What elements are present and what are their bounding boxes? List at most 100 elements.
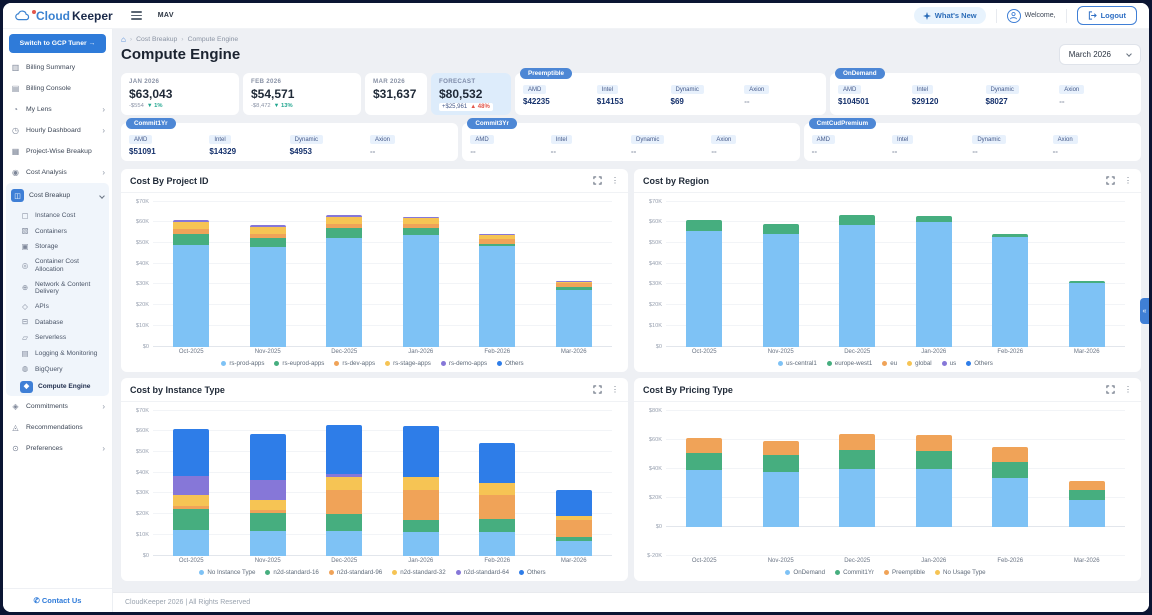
bar-segment-rs-prod-apps[interactable] xyxy=(479,246,515,346)
bar-segment-n2d-standard-16[interactable] xyxy=(479,519,515,531)
bar-segment-no-instance-type[interactable] xyxy=(326,531,362,556)
bar-segment-others[interactable] xyxy=(556,490,592,516)
bar-segment-preemptible[interactable] xyxy=(992,447,1028,462)
bar-segment-ondemand[interactable] xyxy=(992,478,1028,527)
bar-segment-others[interactable] xyxy=(250,434,286,480)
legend-item-others[interactable]: Others xyxy=(497,360,524,367)
bar-segment-n2d-standard-96[interactable] xyxy=(326,490,362,514)
bar-segment-no-instance-type[interactable] xyxy=(403,532,439,556)
bar-segment-no-instance-type[interactable] xyxy=(173,530,209,556)
month-select-dropdown[interactable]: March 2026 xyxy=(1059,44,1141,65)
sidebar-item-project-wise-breakup[interactable]: ▦Project-Wise Breakup xyxy=(3,141,112,162)
bar-segment-rs-dev-apps[interactable] xyxy=(250,234,286,238)
bar-segment-rs-dev-apps[interactable] xyxy=(556,283,592,288)
bar-segment-ondemand[interactable] xyxy=(686,470,722,527)
bar-segment-europe-west1[interactable] xyxy=(763,224,799,233)
bar-segment-commit1yr[interactable] xyxy=(839,450,875,468)
bar-segment-others[interactable] xyxy=(173,429,209,476)
bar-segment-n2d-standard-96[interactable] xyxy=(403,490,439,520)
kebab-menu-icon[interactable]: ⋮ xyxy=(1124,385,1132,394)
bar-segment-no-instance-type[interactable] xyxy=(479,532,515,556)
legend-item-rs-demo-apps[interactable]: rs-demo-apps xyxy=(441,360,487,367)
bar-segment-rs-prod-apps[interactable] xyxy=(403,235,439,347)
bar-segment-preemptible[interactable] xyxy=(916,435,952,451)
sidebar-subitem-serverless[interactable]: ▱Serverless xyxy=(6,330,109,346)
bar-segment-rs-dev-apps[interactable] xyxy=(326,224,362,228)
bar-segment-n2d-standard-96[interactable] xyxy=(173,506,209,509)
bar-segment-preemptible[interactable] xyxy=(839,434,875,450)
expand-icon[interactable] xyxy=(593,176,602,185)
bar-segment-n2d-standard-16[interactable] xyxy=(173,509,209,530)
bar-segment-rs-demo-apps[interactable] xyxy=(556,281,592,282)
expand-icon[interactable] xyxy=(1106,176,1115,185)
legend-item-others[interactable]: Others xyxy=(966,360,993,367)
user-menu[interactable]: Welcome, xyxy=(1007,9,1056,23)
legend-item-rs-stage-apps[interactable]: rs-stage-apps xyxy=(385,360,431,367)
sidebar-subitem-container-cost-allocation[interactable]: ◎Container Cost Allocation xyxy=(6,255,109,277)
bar-segment-rs-prod-apps[interactable] xyxy=(326,238,362,347)
bar-segment-n2d-standard-32[interactable] xyxy=(556,516,592,520)
bar-segment-commit1yr[interactable] xyxy=(992,462,1028,478)
legend-item-rs-prod-apps[interactable]: rs-prod-apps xyxy=(221,360,264,367)
bar-segment-rs-prod-apps[interactable] xyxy=(250,247,286,346)
legend-item-rs-dev-apps[interactable]: rs-dev-apps xyxy=(334,360,375,367)
sidebar-item-commitments[interactable]: ◈Commitments› xyxy=(3,396,112,417)
bar-segment-n2d-standard-96[interactable] xyxy=(250,510,286,513)
sidebar-subitem-storage[interactable]: ▣Storage xyxy=(6,239,109,255)
legend-item-global[interactable]: global xyxy=(907,360,932,367)
kebab-menu-icon[interactable]: ⋮ xyxy=(611,176,619,185)
bar-segment-rs-stage-apps[interactable] xyxy=(250,227,286,234)
legend-item-eu[interactable]: eu xyxy=(882,360,897,367)
sidebar-item-my-lens[interactable]: ◔My Lens› xyxy=(3,99,112,120)
bar-segment-n2d-standard-32[interactable] xyxy=(479,483,515,495)
bar-segment-n2d-standard-64[interactable] xyxy=(250,480,286,500)
bar-segment-europe-west1[interactable] xyxy=(1069,281,1105,283)
sidebar-subitem-database[interactable]: ⊟Database xyxy=(6,315,109,331)
legend-item-rs-euprod-apps[interactable]: rs-euprod-apps xyxy=(274,360,324,367)
bar-segment-europe-west1[interactable] xyxy=(686,220,722,230)
bar-segment-n2d-standard-64[interactable] xyxy=(326,474,362,477)
bar-segment-europe-west1[interactable] xyxy=(839,215,875,225)
hamburger-menu-icon[interactable] xyxy=(131,11,142,19)
bar-segment-ondemand[interactable] xyxy=(839,469,875,527)
bar-segment-no-instance-type[interactable] xyxy=(556,541,592,556)
breadcrumb-cost-breakup[interactable]: Cost Breakup xyxy=(136,36,177,43)
bar-segment-rs-demo-apps[interactable] xyxy=(326,215,362,217)
bar-segment-commit1yr[interactable] xyxy=(686,453,722,470)
bar-segment-others[interactable] xyxy=(326,425,362,474)
bar-segment-rs-dev-apps[interactable] xyxy=(173,229,209,233)
legend-item-commit1yr[interactable]: Commit1Yr xyxy=(835,569,874,576)
bar-segment-n2d-standard-16[interactable] xyxy=(556,537,592,541)
bar-segment-us-central1[interactable] xyxy=(686,231,722,347)
bar-segment-rs-euprod-apps[interactable] xyxy=(403,228,439,234)
sidebar-subitem-logging-monitoring[interactable]: ▤Logging & Monitoring xyxy=(6,346,109,362)
bar-segment-preemptible[interactable] xyxy=(1069,481,1105,490)
bar-segment-commit1yr[interactable] xyxy=(1069,490,1105,501)
bar-segment-no-instance-type[interactable] xyxy=(250,531,286,556)
bar-segment-rs-euprod-apps[interactable] xyxy=(479,244,515,246)
legend-item-preemptible[interactable]: Preemptible xyxy=(884,569,925,576)
switch-to-gcp-tuner-button[interactable]: Switch to GCP Tuner → xyxy=(9,34,106,53)
collapse-panel-tab[interactable]: « xyxy=(1140,298,1149,324)
legend-item-n2d-standard-64[interactable]: n2d-standard-64 xyxy=(456,569,509,576)
bar-segment-rs-euprod-apps[interactable] xyxy=(250,238,286,247)
bar-segment-us-central1[interactable] xyxy=(763,234,799,347)
bar-segment-n2d-standard-16[interactable] xyxy=(250,513,286,531)
bar-segment-ondemand[interactable] xyxy=(1069,500,1105,526)
sidebar-item-hourly-dashboard[interactable]: ◷Hourly Dashboard› xyxy=(3,120,112,141)
bar-segment-rs-prod-apps[interactable] xyxy=(173,245,209,347)
legend-item-ondemand[interactable]: OnDemand xyxy=(785,569,825,576)
bar-segment-rs-dev-apps[interactable] xyxy=(479,239,515,244)
legend-item-others[interactable]: Others xyxy=(519,569,546,576)
expand-icon[interactable] xyxy=(1106,385,1115,394)
kebab-menu-icon[interactable]: ⋮ xyxy=(1124,176,1132,185)
bar-segment-europe-west1[interactable] xyxy=(916,216,952,222)
bar-segment-n2d-standard-64[interactable] xyxy=(173,476,209,496)
bar-segment-preemptible[interactable] xyxy=(763,441,799,456)
bar-segment-rs-stage-apps[interactable] xyxy=(556,282,592,283)
bar-segment-rs-euprod-apps[interactable] xyxy=(326,228,362,237)
legend-item-n2d-standard-16[interactable]: n2d-standard-16 xyxy=(265,569,318,576)
sidebar-subitem-network-content-delivery[interactable]: ⊕Network & Content Delivery xyxy=(6,277,109,299)
bar-segment-n2d-standard-32[interactable] xyxy=(326,477,362,490)
bar-segment-us-central1[interactable] xyxy=(1069,283,1105,347)
